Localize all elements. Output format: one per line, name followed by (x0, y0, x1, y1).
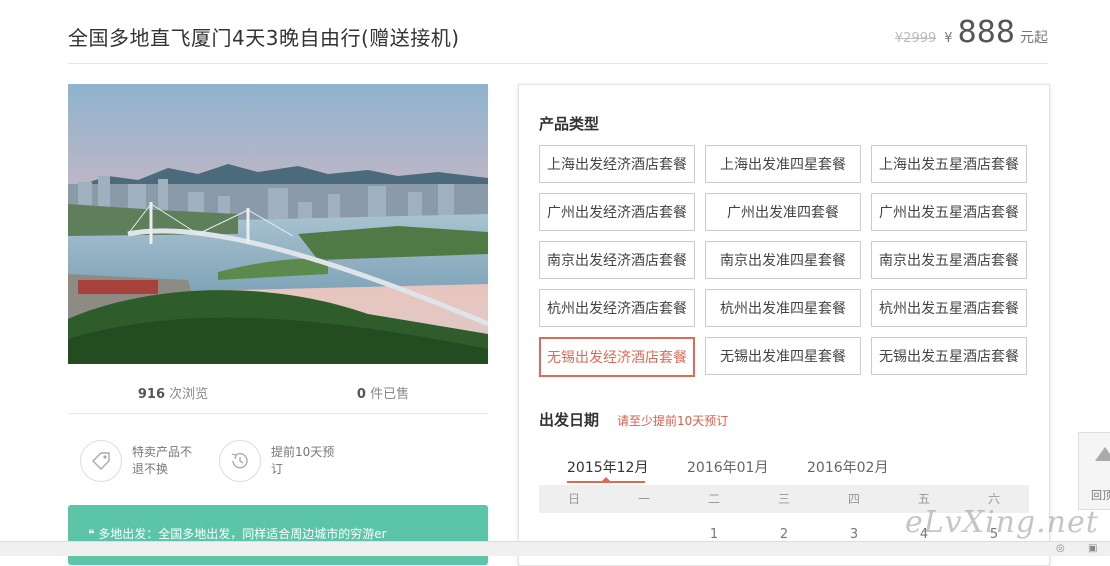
back-to-top-label: 回顶 (1091, 489, 1110, 502)
sold-count-label: 件已售 (365, 387, 410, 402)
package-grid: 上海出发经济酒店套餐 上海出发准四星套餐 上海出发五星酒店套餐 广州出发经济酒店套餐广… (539, 145, 1029, 377)
package-option[interactable]: 无锡出发五星酒店套餐 (871, 337, 1027, 375)
departure-date-label: 出发日期 (539, 411, 600, 429)
weekday-label: 一 (637, 492, 650, 506)
sold-count-number: 0 (356, 387, 366, 402)
sold-count: 0 件已售 (278, 383, 488, 402)
status-icon-2: ▣ (1088, 543, 1098, 554)
month-tabs: 2015年12月 2016年01月 2016年02月 (539, 457, 1029, 483)
back-to-top-button[interactable]: 回顶 (1078, 432, 1110, 510)
package-option[interactable]: 广州出发五星酒店套餐 (871, 193, 1027, 231)
weekday-label: 四 (847, 492, 860, 506)
package-option[interactable]: 杭州出发经济酒店套餐 (539, 289, 695, 327)
stats-row: 916 次浏览 0 件已售 (68, 383, 488, 402)
tab-month-2016-02[interactable]: 2016年02月 (807, 457, 888, 477)
departure-hint: 请至少提前10天预订 (617, 414, 729, 428)
package-option[interactable]: 杭州出发准四星套餐 (705, 289, 861, 327)
original-price: ¥2999 (894, 31, 937, 46)
notice-text: ❝ 多地出发：全国多地出发，同样适合周边城市的穷游er (88, 527, 387, 541)
active-month-underline (567, 481, 645, 483)
package-option[interactable]: 无锡出发经济酒店套餐 (539, 337, 695, 377)
package-option[interactable]: 上海出发经济酒店套餐 (539, 145, 695, 183)
booking-panel: 产品类型 上海出发经济酒店套餐 上海出发准四星套餐 上海出发五星酒店套餐广州出发经济… (518, 84, 1050, 566)
package-option[interactable]: 上海出发准四星套餐 (705, 145, 861, 183)
price-unit: 元起 (1020, 30, 1048, 46)
weekday-label: 三 (777, 492, 790, 506)
package-option[interactable]: 南京出发准四星套餐 (705, 241, 861, 279)
feature-no-refund: 特卖产品不退不换 (80, 440, 198, 482)
feature-advance-booking-text: 提前10天预订 (271, 445, 335, 476)
stats-divider (68, 413, 488, 414)
product-type-label: 产品类型 (539, 115, 600, 133)
header-divider (68, 63, 1048, 64)
view-count-label: 次浏览 (165, 387, 209, 402)
arrow-up-icon (1095, 447, 1110, 461)
package-option[interactable]: 上海出发五星酒店套餐 (871, 145, 1027, 183)
tab-month-2015-12[interactable]: 2015年12月 (567, 457, 648, 477)
package-option[interactable]: 南京出发五星酒店套餐 (871, 241, 1027, 279)
currency-symbol: ¥ (944, 31, 953, 46)
feature-advance-booking: 提前10天预订 (219, 440, 337, 482)
browser-status-bar: ◎ ▣ (0, 541, 1110, 556)
product-photo (68, 84, 488, 364)
current-price: 888 (957, 15, 1015, 50)
package-option[interactable]: 南京出发经济酒店套餐 (539, 241, 695, 279)
site-watermark: eLvXing.net (905, 505, 1099, 540)
price-block: ¥2999 ¥ 888 元起 (895, 18, 1048, 48)
tag-icon (80, 440, 122, 482)
notice-banner: ❝ 多地出发：全国多地出发，同样适合周边城市的穷游er (68, 505, 488, 565)
weekday-label: 二 (707, 492, 720, 506)
package-option[interactable]: 杭州出发五星酒店套餐 (871, 289, 1027, 327)
view-count-number: 916 (137, 387, 165, 402)
package-option[interactable]: 广州出发准四套餐 (705, 193, 861, 231)
weekday-label: 日 (567, 492, 580, 506)
package-option[interactable]: 无锡出发准四星套餐 (705, 337, 861, 375)
package-option[interactable]: 广州出发经济酒店套餐 (539, 193, 695, 231)
page-title: 全国多地直飞厦门4天3晚自由行(赠送接机) (68, 26, 460, 50)
status-icon: ◎ (1056, 543, 1065, 554)
view-count: 916 次浏览 (68, 383, 278, 402)
tab-month-2016-01[interactable]: 2016年01月 (687, 457, 768, 477)
feature-no-refund-text: 特卖产品不退不换 (132, 445, 193, 476)
clock-history-icon (219, 440, 261, 482)
